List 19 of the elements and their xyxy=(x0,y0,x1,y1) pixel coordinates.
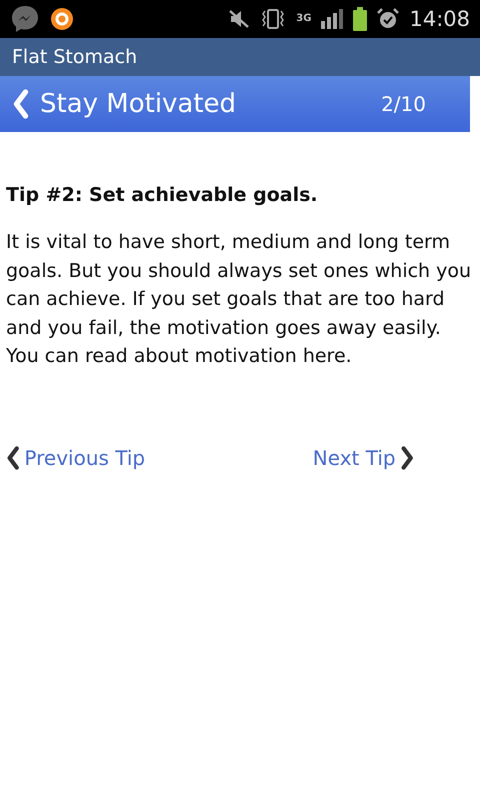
screen-title: Stay Motivated xyxy=(40,89,238,119)
chat-bubble-icon xyxy=(10,4,40,34)
network-type: 3G xyxy=(296,14,312,24)
previous-tip-link[interactable]: Previous Tip xyxy=(6,446,146,470)
ring-icon xyxy=(50,7,74,31)
app-title-bar: Flat Stomach xyxy=(0,38,480,76)
page-counter: 2/10 xyxy=(381,92,426,116)
signal-icon xyxy=(321,9,344,29)
chevron-left-icon xyxy=(6,446,20,470)
tip-heading: Tip #2: Set achievable goals. xyxy=(6,184,319,206)
clock-time: 14:08 xyxy=(409,7,470,31)
mute-icon xyxy=(228,9,250,29)
alarm-clock-icon xyxy=(377,8,400,30)
tip-text: It is vital to have short, medium and long term goals. But you should always set ones which you can achieve. If you set goals that are too hard and you fail, the motivation goes away easily. You can read about motivation here. xyxy=(6,230,472,369)
battery-icon xyxy=(353,7,368,31)
vibrate-icon xyxy=(260,8,286,30)
chevron-right-icon xyxy=(400,446,414,470)
back-icon xyxy=(12,89,30,119)
next-tip-link[interactable]: Next Tip xyxy=(312,446,414,470)
